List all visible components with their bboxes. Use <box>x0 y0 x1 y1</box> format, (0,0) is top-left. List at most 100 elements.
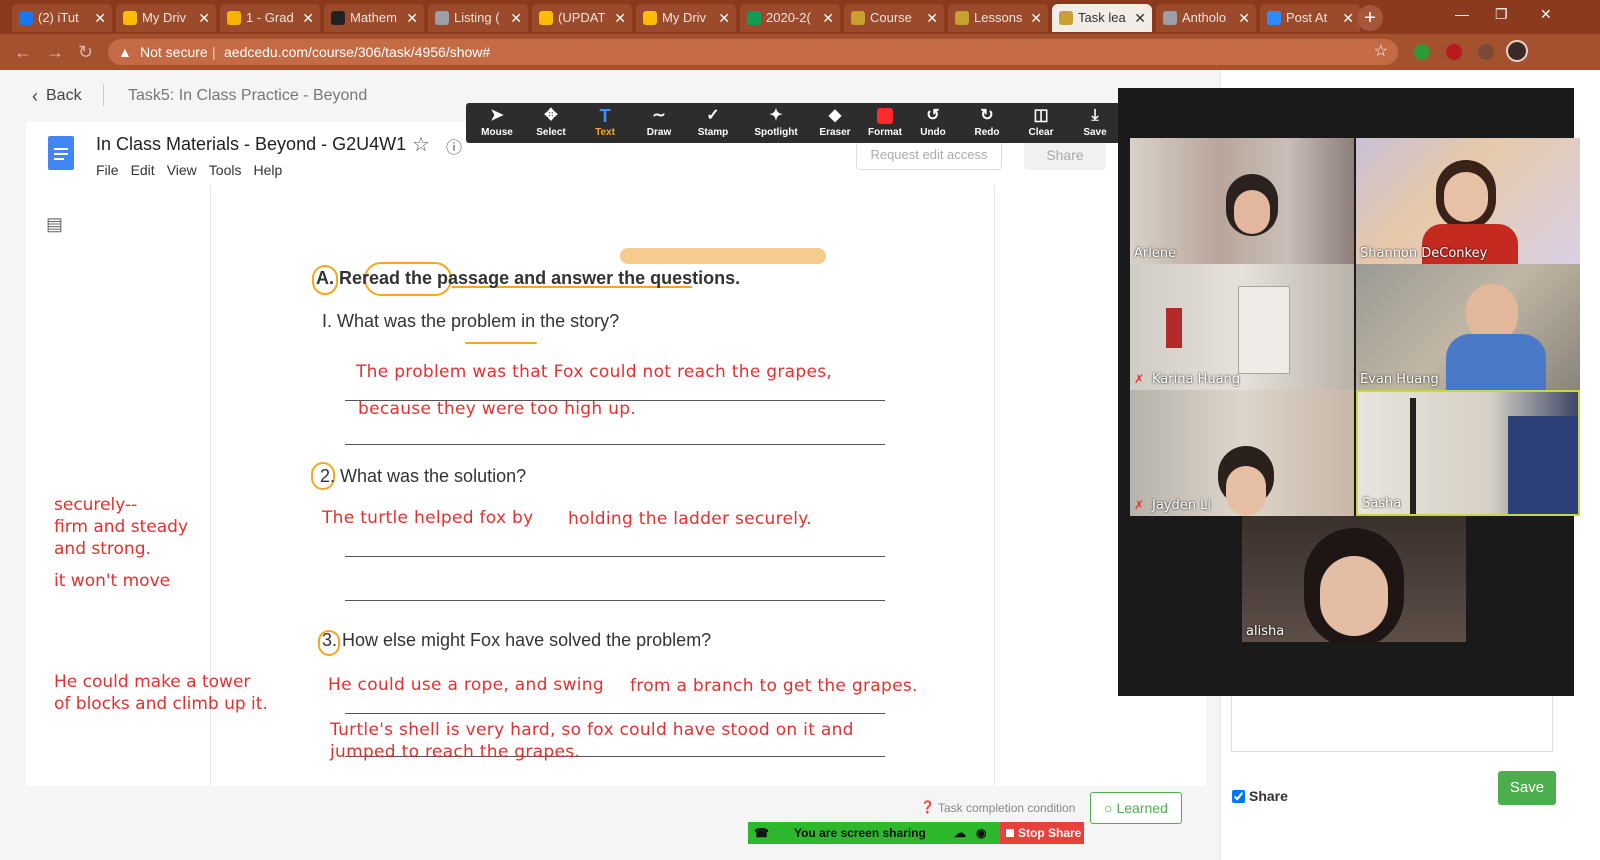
browser-tab[interactable]: Mathem ✕ <box>324 4 424 32</box>
tab-close-icon[interactable]: ✕ <box>1134 4 1146 32</box>
forward-arrow-icon[interactable]: → <box>46 42 64 63</box>
muted-mic-icon: ✗ <box>1134 498 1145 512</box>
tool-text[interactable]: T Text <box>578 103 632 143</box>
ublock-icon[interactable] <box>1446 44 1462 60</box>
share-doc-button[interactable]: Share <box>1024 140 1106 170</box>
browser-tab[interactable]: 1 - Grad ✕ <box>220 4 320 32</box>
restore-icon[interactable]: ❐ <box>1495 6 1508 23</box>
back-link[interactable]: Back <box>46 87 82 105</box>
video-tile[interactable]: Shannon DeConkey <box>1356 138 1580 264</box>
video-tile[interactable]: ✗ Jayden Li <box>1130 390 1354 516</box>
tab-close-icon[interactable]: ✕ <box>614 4 626 32</box>
tab-close-icon[interactable]: ✕ <box>822 4 834 32</box>
divider <box>103 84 104 106</box>
new-tab-button[interactable]: + <box>1357 5 1383 31</box>
completion-condition[interactable]: Task completion condition <box>938 801 1075 815</box>
tool-eraser[interactable]: ◆ Eraser <box>808 103 862 143</box>
cloud-icon: ☁ <box>954 826 966 840</box>
tab-close-icon[interactable]: ✕ <box>302 4 314 32</box>
answer-rule <box>345 713 885 714</box>
tab-label: Post At <box>1286 10 1328 25</box>
star-icon[interactable]: ☆ <box>412 132 430 157</box>
browser-tab[interactable]: Post At ✕ <box>1260 4 1360 32</box>
tab-close-icon[interactable]: ✕ <box>510 4 522 32</box>
tab-label: (UPDAT <box>558 10 606 25</box>
menu-edit[interactable]: Edit <box>131 162 155 178</box>
tab-close-icon[interactable]: ✕ <box>1238 4 1250 32</box>
tool-redo[interactable]: ↻ Redo <box>960 103 1014 143</box>
browser-tab[interactable]: Lessons ✕ <box>948 4 1048 32</box>
spotlight-icon: ✦ <box>769 107 783 124</box>
tab-close-icon[interactable]: ✕ <box>94 4 106 32</box>
cursor-icon: ➤ <box>490 107 504 124</box>
close-window-icon[interactable]: ✕ <box>1540 6 1552 23</box>
muted-mic-icon: ✗ <box>1134 372 1145 386</box>
share-checkbox[interactable] <box>1232 790 1245 803</box>
participant-name: Sasha <box>1362 496 1402 511</box>
profile-avatar[interactable] <box>1506 40 1528 62</box>
video-tile[interactable]: Arlene <box>1130 138 1354 264</box>
tab-close-icon[interactable]: ✕ <box>198 4 210 32</box>
browser-tab[interactable]: (2) iTut ✕ <box>12 4 112 32</box>
doc-title[interactable]: In Class Materials - Beyond - G2U4W1 <box>96 134 406 155</box>
tab-close-icon[interactable]: ✕ <box>718 4 730 32</box>
back-chevron-icon[interactable]: ‹ <box>32 86 38 107</box>
tab-favicon-icon <box>539 11 553 25</box>
browser-tab[interactable]: Course ✕ <box>844 4 944 32</box>
participant-name: Jayden Li <box>1152 498 1211 513</box>
menu-help[interactable]: Help <box>253 162 282 178</box>
tool-save[interactable]: ⤓ Save <box>1068 103 1122 143</box>
video-tile[interactable]: ✗ Karina Huang <box>1130 264 1354 390</box>
url-bar[interactable]: ▲ Not secure | aedcedu.com/course/306/ta… <box>108 39 1398 65</box>
video-tile[interactable]: alisha <box>1242 516 1466 642</box>
stop-share-button[interactable]: Stop Share <box>1000 822 1084 844</box>
browser-tab[interactable]: Listing (✕ <box>428 4 528 32</box>
bookmark-star-icon[interactable]: ☆ <box>1374 39 1388 65</box>
browser-tab[interactable]: (UPDAT ✕ <box>532 4 632 32</box>
menu-view[interactable]: View <box>167 162 197 178</box>
menu-tools[interactable]: Tools <box>209 162 242 178</box>
puzzle-icon[interactable] <box>1478 44 1494 60</box>
tool-mouse[interactable]: ➤ Mouse <box>470 103 524 143</box>
tool-clear[interactable]: ◫ Clear <box>1014 103 1068 143</box>
circle-icon: ○ <box>1104 800 1113 816</box>
answer-line: He could use a rope, and swing <box>328 675 604 695</box>
reload-icon[interactable]: ↻ <box>78 42 93 63</box>
highlight-mark <box>620 248 826 264</box>
browser-tab[interactable]: My Driv ✕ <box>636 4 736 32</box>
video-tile[interactable]: Evan Huang <box>1356 264 1580 390</box>
browser-tab[interactable]: Task lea ✕ <box>1052 4 1152 32</box>
tool-draw[interactable]: ∼ Draw <box>632 103 686 143</box>
minimize-icon[interactable]: — <box>1455 6 1469 22</box>
tool-spotlight[interactable]: ✦ Spotlight <box>746 103 806 143</box>
eraser-icon: ◆ <box>828 107 842 124</box>
tool-format[interactable]: Format <box>858 103 912 143</box>
underline-annotation <box>465 342 537 344</box>
tab-close-icon[interactable]: ✕ <box>926 4 938 32</box>
info-icon[interactable]: ⓘ <box>446 134 462 158</box>
save-button[interactable]: Save <box>1498 771 1556 805</box>
tab-close-icon[interactable]: ✕ <box>406 4 418 32</box>
tool-select[interactable]: ✥ Select <box>524 103 578 143</box>
answer-line: holding the ladder securely. <box>568 509 812 529</box>
tab-close-icon[interactable]: ✕ <box>1342 4 1354 32</box>
video-tile-active[interactable]: Sasha <box>1356 390 1580 516</box>
browser-tab[interactable]: 2020-2(✕ <box>740 4 840 32</box>
browser-tab[interactable]: My Driv ✕ <box>116 4 216 32</box>
tab-label: Task lea <box>1078 10 1126 25</box>
request-access-button[interactable]: Request edit access <box>856 140 1002 170</box>
tool-stamp[interactable]: ✓ Stamp <box>686 103 740 143</box>
tool-undo[interactable]: ↺ Undo <box>906 103 960 143</box>
learned-button[interactable]: ○ Learned <box>1090 792 1182 824</box>
browser-tab[interactable]: Antholo ✕ <box>1156 4 1256 32</box>
question-3: 3. How else might Fox have solved the pr… <box>322 630 712 650</box>
menu-file[interactable]: File <box>96 162 119 178</box>
outline-icon[interactable]: ▤ <box>46 214 63 235</box>
redo-icon: ↻ <box>980 107 994 124</box>
back-arrow-icon[interactable]: ← <box>14 42 32 63</box>
tab-close-icon[interactable]: ✕ <box>1030 4 1042 32</box>
tab-favicon-icon <box>435 11 449 25</box>
tab-label: My Driv <box>142 10 187 25</box>
extension-icon[interactable] <box>1414 44 1430 60</box>
share-checkbox-label: Share <box>1249 788 1288 804</box>
